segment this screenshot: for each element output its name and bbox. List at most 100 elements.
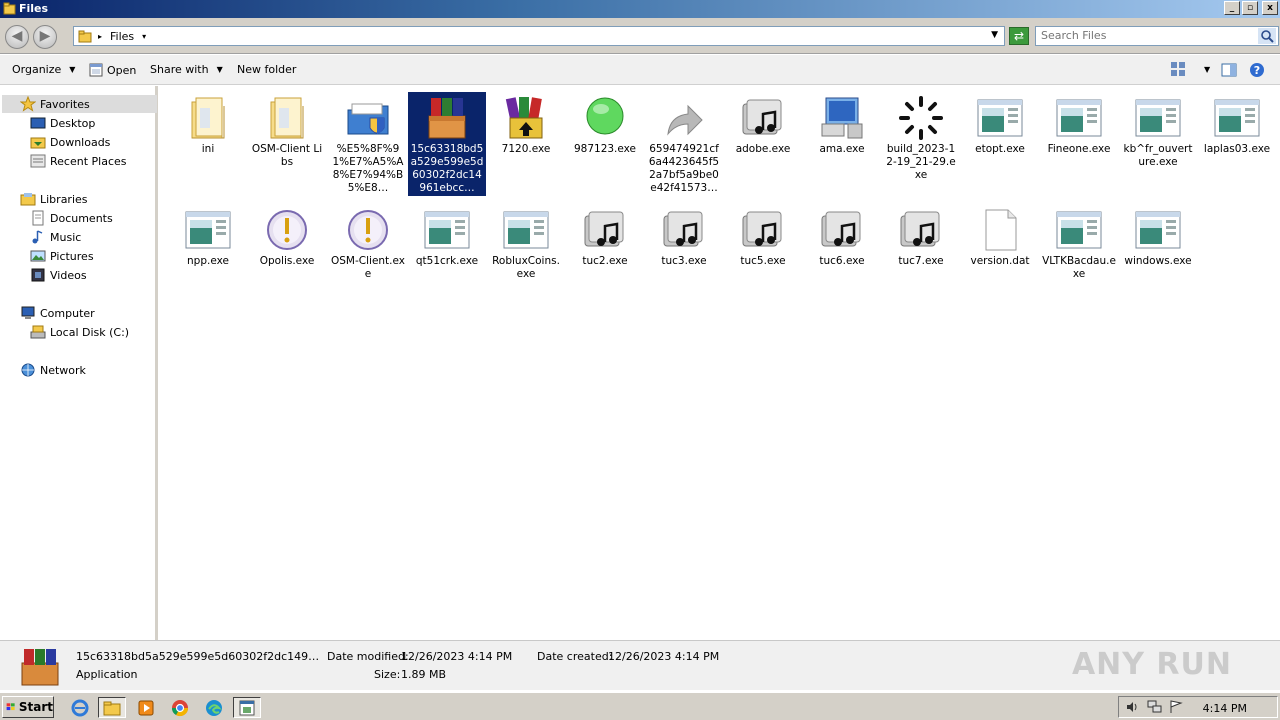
nav-favorites[interactable]: Favorites	[2, 95, 157, 113]
nav-recent-places[interactable]: Recent Places	[30, 152, 127, 170]
nav-libraries[interactable]: Libraries	[20, 190, 88, 208]
address-bar[interactable]: ▸ Files ▾ ▼	[73, 26, 1005, 46]
file-item[interactable]: qt51crk.exe	[408, 204, 486, 269]
search-box[interactable]	[1035, 26, 1279, 46]
file-item[interactable]: Opolis.exe	[248, 204, 326, 269]
nav-label: Desktop	[50, 116, 96, 130]
nav-videos[interactable]: Videos	[30, 266, 87, 284]
file-item[interactable]: tuc3.exe	[645, 204, 723, 269]
warning-circle-icon	[267, 210, 307, 250]
file-item[interactable]: kb^fr_ouverture.exe	[1119, 92, 1197, 170]
file-item[interactable]: windows.exe	[1119, 204, 1197, 269]
file-item[interactable]: 659474921cf6a4423645f52a7bf5a9be0e42f415…	[645, 92, 723, 196]
file-item[interactable]: OSM-Client.exe	[329, 204, 407, 282]
minimize-button[interactable]: _	[1224, 1, 1240, 15]
network-icon	[21, 363, 35, 377]
start-button[interactable]: Start	[2, 696, 54, 718]
nav-label: Recent Places	[50, 154, 127, 168]
edge-icon	[206, 699, 222, 716]
file-item[interactable]: VLTKBacdau.exe	[1040, 204, 1118, 282]
file-item[interactable]: adobe.exe	[724, 92, 802, 157]
file-item[interactable]: 987123.exe	[566, 92, 644, 157]
chevron-down-icon: ▼	[216, 65, 223, 74]
nav-network[interactable]: Network	[20, 361, 86, 379]
file-item[interactable]: tuc5.exe	[724, 204, 802, 269]
nav-music[interactable]: Music	[30, 228, 81, 246]
taskbar-edge[interactable]	[200, 697, 228, 718]
search-icon[interactable]	[1258, 28, 1276, 44]
clock[interactable]: 4:14 PM	[1203, 702, 1247, 715]
back-button[interactable]: ◀	[5, 25, 29, 49]
help-icon[interactable]: ?	[1249, 62, 1265, 78]
music-icon	[32, 230, 43, 244]
file-item[interactable]: etopt.exe	[961, 92, 1039, 157]
file-item[interactable]: npp.exe	[169, 204, 247, 269]
network-tray-icon[interactable]	[1147, 700, 1163, 714]
file-item[interactable]: version.dat	[961, 204, 1039, 269]
title-bar[interactable]: Files _ ▫ x	[0, 0, 1280, 18]
green-circle-icon	[586, 97, 624, 135]
nav-desktop[interactable]: Desktop	[30, 114, 95, 132]
taskbar-ie[interactable]	[66, 697, 94, 718]
volume-icon[interactable]	[1125, 700, 1139, 714]
nav-pictures[interactable]: Pictures	[30, 247, 94, 265]
new-folder-button[interactable]: New folder	[237, 63, 296, 76]
file-item[interactable]: 15c63318bd5a529e599e5d60302f2dc14961ebcc…	[408, 92, 486, 196]
file-item[interactable]: 7120.exe	[487, 92, 565, 157]
file-item[interactable]: laplas03.exe	[1198, 92, 1276, 157]
taskbar-chrome[interactable]	[166, 697, 194, 718]
chevron-right-icon[interactable]: ▸	[98, 32, 102, 41]
share-with-label: Share with	[150, 63, 209, 76]
window-title: Files	[19, 2, 49, 15]
file-item[interactable]: ama.exe	[803, 92, 881, 157]
file-list-view[interactable]: ini OSM-Client Libs %E5%8F%91%E7%A5%A8%E7%…	[160, 86, 1280, 640]
close-button[interactable]: x	[1262, 1, 1278, 15]
nav-documents[interactable]: Documents	[30, 209, 113, 227]
svg-text:?: ?	[1254, 64, 1260, 77]
search-input[interactable]	[1041, 29, 1251, 42]
open-button[interactable]: Open	[89, 63, 136, 77]
refresh-button[interactable]: ⇄	[1009, 27, 1029, 45]
forward-button[interactable]: ▶	[33, 25, 57, 49]
file-name: laplas03.exe	[1203, 143, 1271, 155]
windows-logo-icon	[6, 703, 15, 711]
recent-places-icon	[30, 154, 46, 168]
chevron-down-icon[interactable]: ▼	[1204, 65, 1210, 74]
file-item[interactable]: Fineone.exe	[1040, 92, 1118, 157]
file-item[interactable]: build_2023-12-19_21-29.exe	[882, 92, 960, 183]
chevron-down-icon[interactable]: ▾	[142, 32, 146, 41]
file-item[interactable]: ini	[169, 92, 247, 157]
nav-downloads[interactable]: Downloads	[30, 133, 110, 151]
share-with-button[interactable]: Share with ▼	[150, 63, 223, 76]
breadcrumb-files[interactable]: Files	[110, 30, 134, 43]
nav-computer[interactable]: Computer	[20, 304, 95, 322]
file-item[interactable]: RobluxCoins.exe	[487, 204, 565, 282]
change-view-button[interactable]: ▼	[1170, 61, 1210, 77]
file-name: %E5%8F%91%E7%A5%A8%E7%94%B5%E8…	[332, 143, 404, 194]
file-item[interactable]: %E5%8F%91%E7%A5%A8%E7%94%B5%E8…	[329, 92, 407, 196]
folder-icon	[191, 97, 225, 139]
address-dropdown-icon[interactable]: ▼	[991, 30, 998, 40]
file-item[interactable]: tuc6.exe	[803, 204, 881, 269]
app-window-icon	[185, 211, 231, 249]
nav-label: Videos	[50, 268, 87, 282]
maximize-button[interactable]: ▫	[1242, 1, 1258, 15]
command-toolbar: Organize ▼ Open Share with ▼ New folder ▼ …	[0, 55, 1280, 85]
file-item[interactable]: tuc7.exe	[882, 204, 960, 269]
nav-local-disk[interactable]: Local Disk (C:)	[30, 323, 129, 341]
pictures-icon	[30, 250, 46, 262]
date-modified-label: Date modified:	[327, 650, 409, 663]
flag-icon[interactable]	[1169, 700, 1183, 714]
file-item[interactable]: tuc2.exe	[566, 204, 644, 269]
nav-label: Network	[40, 363, 86, 377]
taskbar-task-app[interactable]	[233, 697, 261, 718]
taskbar-explorer[interactable]	[98, 697, 126, 718]
app-window-icon	[1056, 99, 1102, 137]
taskbar-media-player[interactable]	[132, 697, 160, 718]
address-row: ◀ ▶ ▸ Files ▾ ▼ ⇄	[0, 18, 1280, 54]
file-name: tuc2.exe	[582, 255, 628, 267]
app-window-icon	[1056, 211, 1102, 249]
file-item[interactable]: OSM-Client Libs	[248, 92, 326, 170]
organize-button[interactable]: Organize ▼	[12, 63, 75, 76]
preview-pane-icon[interactable]	[1221, 62, 1237, 78]
